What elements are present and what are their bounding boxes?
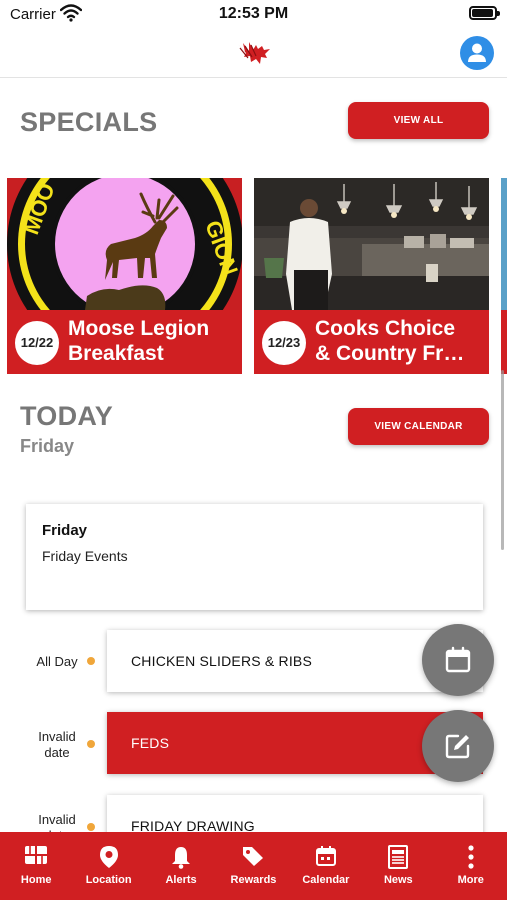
view-calendar-button[interactable]: VIEW CALENDAR [348, 408, 489, 445]
event-label: CHICKEN SLIDERS & RIBS [131, 653, 312, 669]
event-label: FEDS [131, 735, 170, 751]
today-day: Friday [20, 436, 75, 456]
status-bar: Carrier 12:53 PM [0, 0, 507, 30]
tab-location[interactable]: Location [72, 832, 144, 900]
tab-label: More [457, 874, 484, 886]
special-card-peek[interactable] [501, 178, 507, 374]
day-summary-title: Friday [42, 522, 88, 539]
scroll-indicator[interactable] [501, 370, 504, 550]
map-pin-icon [99, 846, 118, 868]
tab-label: Calendar [302, 874, 350, 886]
event-dot [87, 740, 95, 748]
tab-label: Alerts [165, 874, 197, 886]
tab-bar: Home Location Alerts Rewards Calendar Ne… [0, 832, 507, 900]
special-card[interactable]: MOO GION 12/22 Moose Legion Breakfast [7, 178, 242, 374]
day-summary-card[interactable]: Friday Friday Events [26, 504, 483, 610]
newspaper-icon [388, 845, 409, 869]
special-card[interactable]: 12/23 Cooks Choice & Country Fr… [254, 178, 489, 374]
profile-button[interactable] [460, 36, 494, 70]
app-header [0, 30, 507, 78]
home-grid-icon [25, 846, 48, 864]
moose-logo-icon[interactable] [236, 40, 272, 66]
view-all-button[interactable]: VIEW ALL [348, 102, 489, 139]
tab-more[interactable]: More [435, 832, 507, 900]
tab-label: News [383, 874, 413, 886]
tab-news[interactable]: News [362, 832, 434, 900]
event-dot [87, 657, 95, 665]
edit-icon [445, 734, 470, 759]
tab-alerts[interactable]: Alerts [145, 832, 217, 900]
tab-home[interactable]: Home [0, 832, 72, 900]
calendar-icon [445, 646, 471, 673]
special-card-title: Cooks Choice & Country Fr… [315, 317, 465, 365]
event-dot [87, 823, 95, 831]
bell-icon [172, 847, 191, 869]
specials-title: SPECIALS [20, 107, 158, 137]
date-badge: 12/23 [262, 321, 306, 365]
user-icon [468, 43, 486, 62]
event-time: Invalid date [38, 729, 76, 760]
tab-rewards[interactable]: Rewards [217, 832, 289, 900]
today-title: TODAY [20, 401, 114, 431]
tab-label: Rewards [230, 874, 277, 886]
kitchen-photo [254, 178, 489, 310]
calendar-fab-button[interactable] [422, 624, 494, 696]
day-summary-text: Friday Events [42, 548, 128, 564]
more-vertical-icon [468, 845, 474, 869]
tag-icon [243, 847, 264, 866]
calendar-icon [315, 846, 336, 866]
compose-fab-button[interactable] [422, 710, 494, 782]
battery-icon [469, 6, 500, 20]
special-card-title: Moose Legion Breakfast [68, 317, 210, 365]
status-time: 12:53 PM [218, 5, 289, 22]
date-badge: 12/22 [15, 321, 59, 365]
moose-legion-emblem: MOO GION [7, 178, 242, 310]
tab-label: Location [85, 874, 132, 886]
tab-label: Home [20, 874, 52, 886]
tab-calendar[interactable]: Calendar [290, 832, 362, 900]
event-time: All Day [36, 654, 78, 669]
